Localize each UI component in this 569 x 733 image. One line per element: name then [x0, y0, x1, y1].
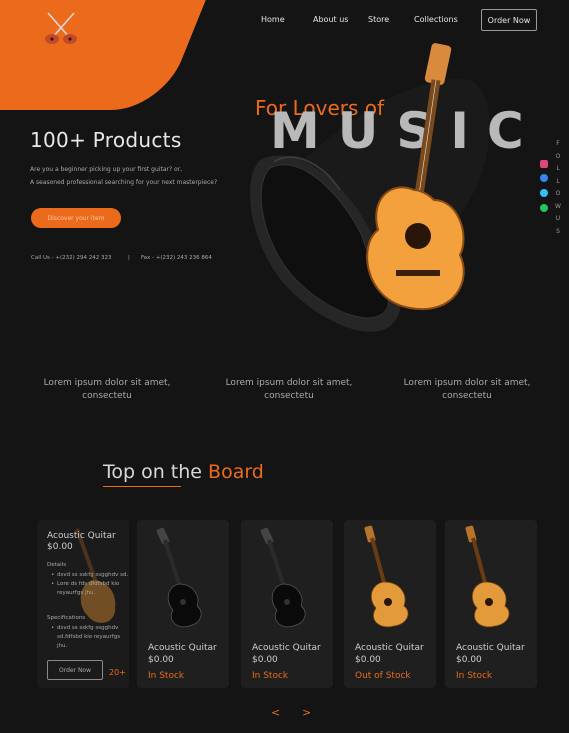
- previous-page-button[interactable]: <: [271, 706, 280, 719]
- product-card[interactable]: Acoustic Quitar $0.00 Out of Stock: [344, 520, 436, 688]
- hero-description-line1: Are you a beginner picking up your first…: [30, 166, 183, 173]
- product-price: $0.00: [148, 655, 174, 665]
- nav-about-us[interactable]: About us: [313, 15, 348, 24]
- specifications-list: dsvd ss sskfg ssgghdv sd.fdfsbd kio reya…: [47, 624, 129, 651]
- guitar-logo-icon[interactable]: [40, 10, 82, 46]
- feature-text-3: Lorem ipsum dolor sit amet, consectetu: [403, 378, 531, 401]
- follow-letter: O: [555, 152, 561, 160]
- hero-description-line2: A seasoned professional searching for yo…: [30, 179, 218, 186]
- stock-status: Out of Stock: [355, 671, 411, 681]
- product-name: Acoustic Quitar: [456, 643, 525, 653]
- next-page-button[interactable]: >: [302, 706, 311, 719]
- follow-us-label: F O L L O W U S: [554, 138, 562, 238]
- whatsapp-icon[interactable]: [540, 204, 548, 212]
- hero-title: 100+ Products: [30, 128, 182, 152]
- hero-orange-shape: [0, 0, 230, 110]
- black-guitar-image: [156, 527, 202, 628]
- list-item: dsvd ss sskfg ssgghdv sd.fdfsbd kio reya…: [51, 624, 129, 651]
- follow-letter: L: [556, 177, 560, 185]
- list-item: dsvd ss sskfg ssgghdv sd.: [51, 571, 129, 580]
- stock-status: In Stock: [148, 671, 185, 681]
- fax-number: Fax - +(232) 243 236 864: [141, 255, 212, 261]
- instagram-icon[interactable]: [540, 160, 548, 168]
- stock-status: In Stock: [456, 671, 493, 681]
- acoustic-guitar-illustration: [366, 43, 465, 311]
- nav-collections[interactable]: Collections: [414, 15, 458, 24]
- phone-number: Call Us - +(232) 294 242 323: [31, 255, 112, 261]
- section-title-accent: Board: [208, 461, 264, 483]
- follow-letter: W: [555, 202, 561, 210]
- product-price: $0.00: [355, 655, 381, 665]
- featured-order-button[interactable]: Order Now: [47, 660, 103, 680]
- specifications-label: Specifications: [47, 615, 86, 621]
- nav-store[interactable]: Store: [368, 15, 389, 24]
- contact-separator: |: [128, 255, 130, 261]
- follow-letter: S: [556, 227, 560, 235]
- details-list: dsvd ss sskfg ssgghdv sd. Lore ds fds df…: [47, 571, 129, 598]
- product-name: Acoustic Quitar: [148, 643, 217, 653]
- facebook-icon[interactable]: [540, 174, 548, 182]
- black-guitar-image: [260, 527, 306, 628]
- stock-status: In Stock: [252, 671, 289, 681]
- product-price: $0.00: [47, 542, 73, 552]
- product-name: Acoustic Quitar: [47, 531, 116, 541]
- follow-letter: F: [556, 140, 560, 147]
- details-label: Details: [47, 562, 67, 568]
- discover-button[interactable]: Discover your item: [31, 208, 121, 228]
- follow-letter: O: [555, 190, 561, 197]
- order-now-button[interactable]: Order Now: [481, 9, 537, 31]
- product-price: $0.00: [456, 655, 482, 665]
- list-item: Lore ds fds dfdfsbd kio reyaurfgs jhu.: [51, 580, 129, 598]
- product-count-badge: 20+: [109, 668, 126, 677]
- natural-guitar-image: [364, 525, 409, 628]
- featured-product-card[interactable]: Acoustic Quitar $0.00 Details dsvd ss ss…: [37, 520, 129, 688]
- feature-text-2: Lorem ipsum dolor sit amet, consectetu: [225, 378, 353, 401]
- section-title-text: Top on the: [103, 461, 209, 483]
- follow-letter: U: [555, 215, 561, 222]
- nav-home[interactable]: Home: [261, 15, 285, 24]
- twitter-icon[interactable]: [540, 189, 548, 197]
- section-title: Top on the Board: [103, 461, 264, 483]
- product-card[interactable]: Acoustic Quitar $0.00 In Stock: [137, 520, 229, 688]
- section-title-underline: [103, 486, 181, 487]
- product-price: $0.00: [252, 655, 278, 665]
- product-name: Acoustic Quitar: [355, 643, 424, 653]
- product-card[interactable]: Acoustic Quitar $0.00 In Stock: [241, 520, 333, 688]
- follow-letter: L: [556, 165, 560, 172]
- feature-text-1: Lorem ipsum dolor sit amet, consectetu: [43, 378, 171, 401]
- natural-guitar-image: [465, 525, 510, 628]
- product-card[interactable]: Acoustic Quitar $0.00 In Stock: [445, 520, 537, 688]
- product-name: Acoustic Quitar: [252, 643, 321, 653]
